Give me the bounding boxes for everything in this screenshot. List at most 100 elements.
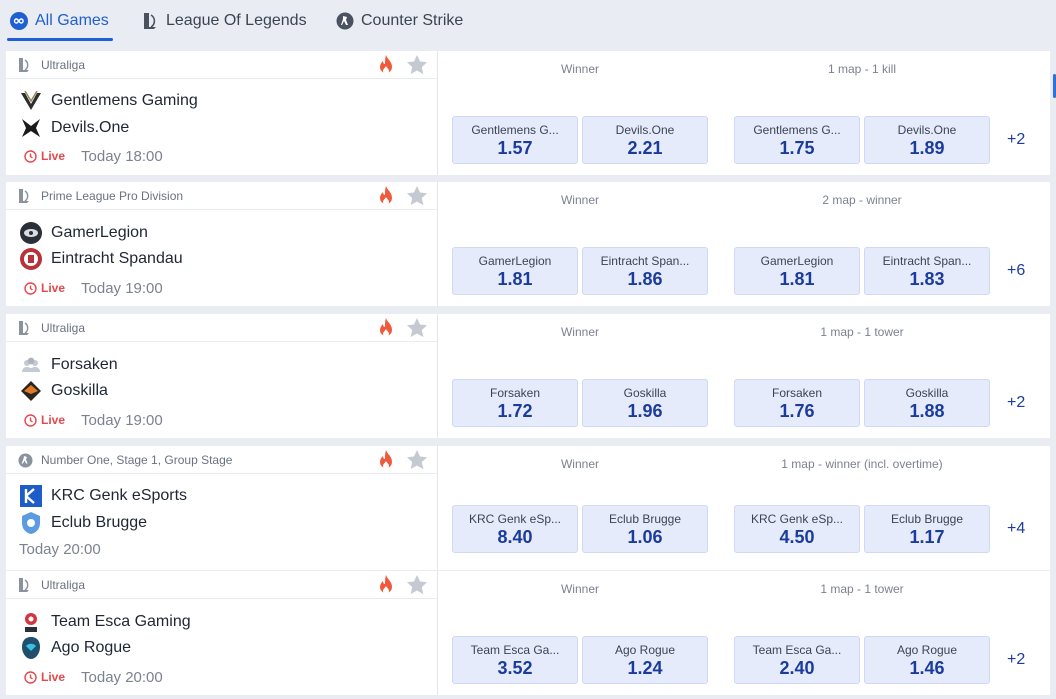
odd-button[interactable]: Eintracht Span... 1.86 — [582, 247, 708, 295]
more-markets-button[interactable]: +6 — [1007, 262, 1025, 280]
match-info: Ultraliga Team Esca Gaming Ago Rogue Liv… — [6, 571, 438, 695]
odds-panel: Winner 1 map - 1 tower Forsaken 1.72 Gosk… — [439, 314, 1050, 438]
league-header: Prime League Pro Division — [6, 182, 438, 210]
odd-button[interactable]: Devils.One 2.21 — [582, 116, 708, 164]
live-badge: Live — [24, 149, 65, 163]
more-markets-button[interactable]: +2 — [1007, 131, 1025, 149]
league-name: Ultraliga — [41, 58, 86, 72]
market-label: Winner — [560, 457, 599, 471]
match-status: Live Today 18:00 — [24, 147, 163, 165]
star-icon[interactable] — [406, 185, 428, 207]
league-header: Ultraliga — [6, 314, 438, 342]
team-logo — [18, 89, 44, 113]
more-markets-button[interactable]: +2 — [1007, 651, 1025, 669]
star-icon[interactable] — [406, 54, 428, 76]
market-label: Winner — [560, 325, 599, 339]
team-name: Devils.One — [51, 119, 130, 136]
match-card: Prime League Pro Division GamerLegion Ei… — [6, 182, 1050, 306]
market-label: Winner — [560, 62, 599, 76]
live-badge: Live — [24, 281, 65, 295]
odd-button[interactable]: Forsaken 1.76 — [734, 379, 860, 427]
team-logo — [18, 221, 44, 245]
odd-button[interactable]: Goskilla 1.96 — [582, 379, 708, 427]
market-label: Winner — [560, 193, 599, 207]
team-away[interactable]: Ago Rogue — [18, 636, 131, 660]
fire-icon[interactable] — [376, 185, 396, 207]
fire-icon[interactable] — [376, 54, 396, 76]
league-header: Ultraliga — [6, 571, 438, 599]
odd-button[interactable]: Ago Rogue 1.24 — [582, 636, 708, 684]
odd-button[interactable]: Gentlemens G... 1.57 — [452, 116, 578, 164]
tab-all-games[interactable]: All Games — [10, 0, 109, 42]
odd-button[interactable]: KRC Genk eSp... 8.40 — [452, 505, 578, 553]
team-logo — [18, 610, 44, 634]
infinity-icon — [10, 12, 28, 30]
market-label: 1 map - 1 tower — [820, 582, 904, 596]
league-name: Prime League Pro Division — [41, 189, 184, 203]
star-icon[interactable] — [406, 574, 428, 596]
team-name: Goskilla — [51, 382, 108, 399]
fire-icon[interactable] — [376, 449, 396, 471]
match-card: Ultraliga Gentlemens Gaming Devils.One L… — [6, 51, 1050, 175]
lol-icon — [18, 189, 32, 204]
team-away[interactable]: Eclub Brugge — [18, 511, 147, 535]
active-tab-indicator — [7, 38, 113, 41]
team-name: Ago Rogue — [51, 639, 132, 656]
odd-button[interactable]: GamerLegion 1.81 — [734, 247, 860, 295]
odds-panel: Winner 1 map - 1 tower Team Esca Ga... 3.… — [439, 571, 1050, 695]
lol-icon — [18, 578, 32, 593]
team-away[interactable]: Devils.One — [18, 116, 129, 140]
match-status: Live Today 19:00 — [24, 279, 163, 297]
team-away[interactable]: Eintracht Spandau — [18, 247, 183, 271]
team-away[interactable]: Goskilla — [18, 379, 108, 403]
team-home[interactable]: Forsaken — [18, 353, 118, 377]
league-name: Ultraliga — [41, 578, 86, 592]
more-markets-button[interactable]: +4 — [1007, 520, 1025, 538]
odds-panel: Winner 2 map - winner GamerLegion 1.81 Ei… — [439, 182, 1050, 306]
tab-league-of-legends[interactable]: League Of Legends — [141, 0, 307, 42]
odd-button[interactable]: Forsaken 1.72 — [452, 379, 578, 427]
match-time: Today 18:00 — [81, 147, 163, 165]
market-label: 1 map - 1 tower — [820, 325, 904, 339]
market-label: 1 map - 1 kill — [827, 62, 897, 76]
cs-icon — [336, 12, 354, 30]
team-home[interactable]: Gentlemens Gaming — [18, 89, 198, 113]
odd-button[interactable]: Eclub Brugge 1.17 — [864, 505, 990, 553]
more-markets-button[interactable]: +2 — [1007, 394, 1025, 412]
match-info: Prime League Pro Division GamerLegion Ei… — [6, 182, 438, 306]
match-status: Live Today 19:00 — [24, 411, 163, 429]
market-label: 2 map - winner — [822, 193, 902, 207]
fire-icon[interactable] — [376, 317, 396, 339]
match-time: Today 19:00 — [81, 411, 163, 429]
team-logo — [18, 353, 44, 377]
team-logo — [18, 511, 44, 535]
match-info: Ultraliga Forsaken Goskilla Live Today 1… — [6, 314, 438, 438]
tab-counter-strike[interactable]: Counter Strike — [336, 0, 463, 42]
star-icon[interactable] — [406, 317, 428, 339]
odds-panel: Winner 1 map - 1 kill Gentlemens G... 1.5… — [439, 51, 1050, 175]
star-icon[interactable] — [406, 449, 428, 471]
game-tabs: All Games League Of Legends Counter Stri… — [0, 0, 1056, 46]
odd-button[interactable]: Eintracht Span... 1.83 — [864, 247, 990, 295]
odd-button[interactable]: Gentlemens G... 1.75 — [734, 116, 860, 164]
team-home[interactable]: Team Esca Gaming — [18, 610, 191, 634]
odd-button[interactable]: Team Esca Ga... 2.40 — [734, 636, 860, 684]
fire-icon[interactable] — [376, 574, 396, 596]
live-badge: Live — [24, 413, 65, 427]
team-home[interactable]: GamerLegion — [18, 221, 148, 245]
odd-button[interactable]: Ago Rogue 1.46 — [864, 636, 990, 684]
match-card: Ultraliga Team Esca Gaming Ago Rogue Liv… — [6, 571, 1050, 695]
league-header: Ultraliga — [6, 51, 438, 79]
odd-button[interactable]: GamerLegion 1.81 — [452, 247, 578, 295]
odd-button[interactable]: Goskilla 1.88 — [864, 379, 990, 427]
odd-button[interactable]: Eclub Brugge 1.06 — [582, 505, 708, 553]
odd-button[interactable]: Team Esca Ga... 3.52 — [452, 636, 578, 684]
odd-button[interactable]: KRC Genk eSp... 4.50 — [734, 505, 860, 553]
tab-label: League Of Legends — [166, 12, 307, 29]
team-logo — [18, 636, 44, 660]
match-info: Number One, Stage 1, Group Stage KRC Gen… — [6, 446, 438, 570]
odd-button[interactable]: Devils.One 1.89 — [864, 116, 990, 164]
lol-icon — [141, 12, 159, 30]
market-label: 1 map - winner (incl. overtime) — [781, 457, 943, 471]
team-home[interactable]: KRC Genk eSports — [18, 484, 187, 508]
